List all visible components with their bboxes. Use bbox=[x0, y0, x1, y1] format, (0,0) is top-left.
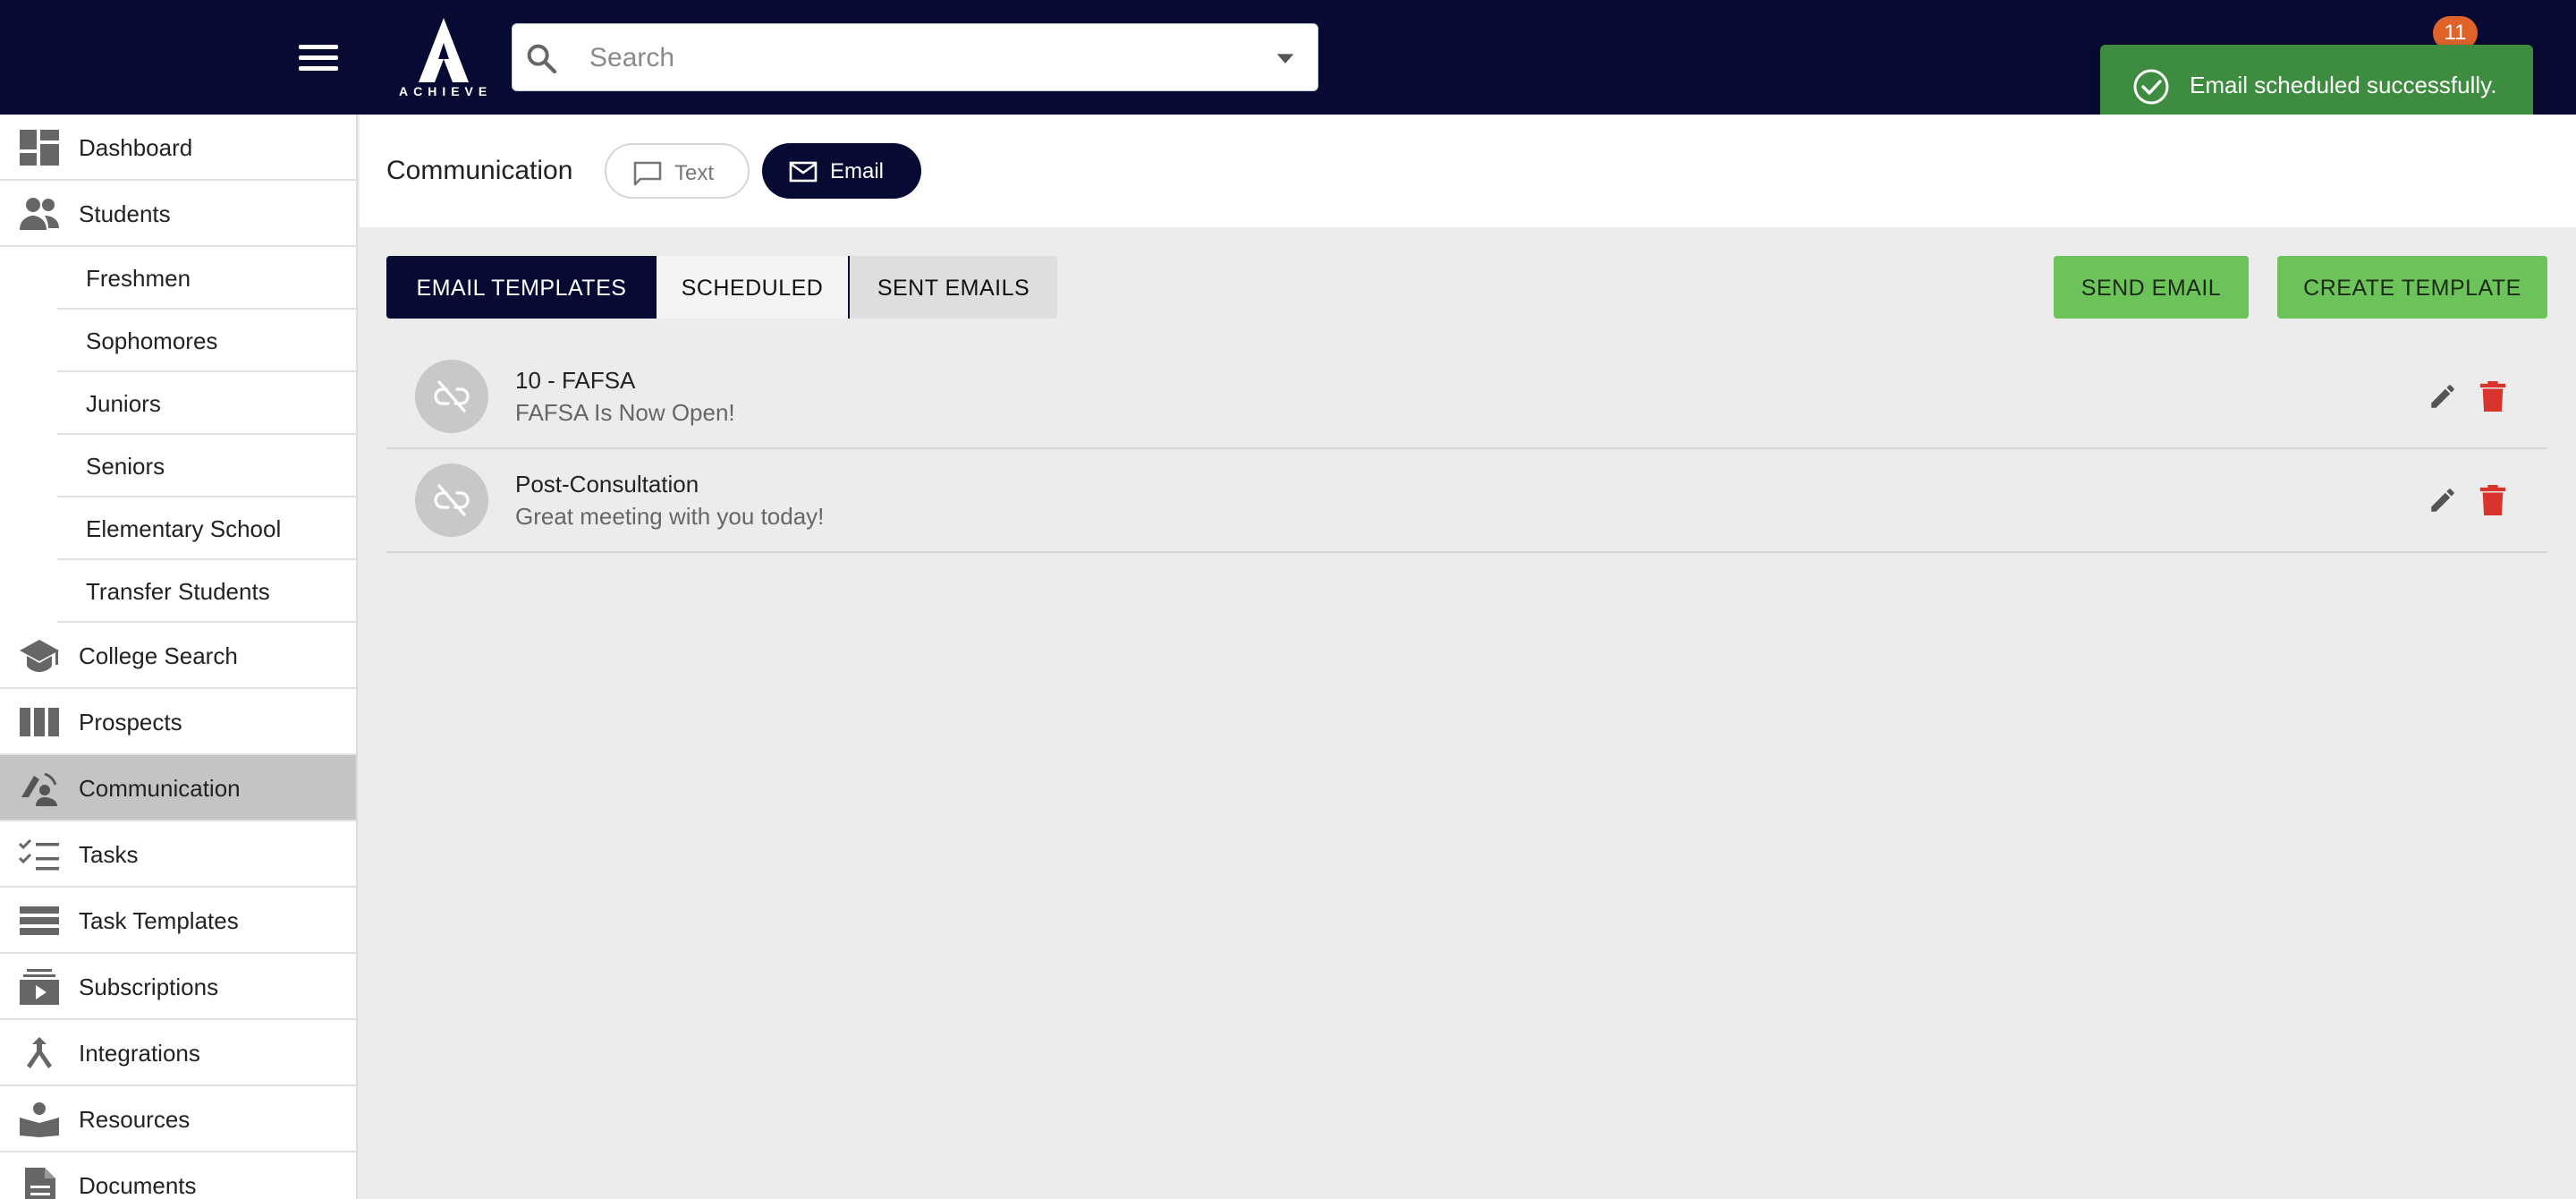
sidebar-item-label: Task Templates bbox=[79, 907, 239, 934]
search-input[interactable] bbox=[589, 37, 1216, 80]
logo-a-icon bbox=[419, 18, 469, 82]
tab-scheduled[interactable]: SCHEDULED bbox=[657, 256, 850, 319]
sidebar-item-label: Dashboard bbox=[79, 134, 193, 161]
sidebar-item-label: Documents bbox=[79, 1172, 197, 1199]
sidebar-subitem-label: Seniors bbox=[86, 453, 165, 480]
chevron-down-icon[interactable] bbox=[1273, 47, 1298, 69]
search-icon bbox=[527, 44, 557, 74]
checklist-icon bbox=[18, 838, 59, 871]
achieve-logo[interactable]: ACHIEVE bbox=[399, 16, 488, 98]
sidebar-item-label: Tasks bbox=[79, 841, 139, 868]
sidebar-subitem-seniors[interactable]: Seniors bbox=[57, 435, 356, 497]
page-header: Communication Text Email bbox=[360, 115, 2576, 227]
sidebar-item-resources[interactable]: Resources bbox=[0, 1086, 356, 1152]
sidebar-item-label: College Search bbox=[79, 642, 238, 669]
sidebar-item-label: Integrations bbox=[79, 1040, 200, 1067]
sidebar-item-label: Communication bbox=[79, 775, 241, 802]
search-box[interactable] bbox=[512, 23, 1318, 91]
template-name: Post-Consultation bbox=[515, 471, 699, 497]
sidebar-subitem-sophomores[interactable]: Sophomores bbox=[57, 310, 356, 372]
communication-icon bbox=[21, 772, 57, 806]
columns-icon bbox=[20, 708, 59, 736]
create-template-button[interactable]: CREATE TEMPLATE bbox=[2277, 256, 2547, 319]
list-icon bbox=[20, 906, 59, 935]
edit-icon[interactable] bbox=[2428, 381, 2458, 412]
dashboard-icon bbox=[20, 130, 59, 166]
template-subject: Great meeting with you today! bbox=[515, 503, 825, 530]
people-icon bbox=[20, 198, 59, 230]
sidebar-item-label: Students bbox=[79, 200, 171, 227]
sidebar-item-prospects[interactable]: Prospects bbox=[0, 689, 356, 755]
sidebar-item-label: Resources bbox=[79, 1106, 191, 1133]
graduation-cap-icon bbox=[20, 640, 59, 672]
sidebar-item-label: Subscriptions bbox=[79, 974, 219, 1000]
sidebar-subitem-label: Transfer Students bbox=[86, 578, 270, 605]
sidebar-item-college-search[interactable]: College Search bbox=[0, 623, 356, 689]
chat-bubble-icon bbox=[633, 161, 662, 186]
edit-icon[interactable] bbox=[2428, 485, 2458, 515]
sidebar: Dashboard Students Freshmen Sophomores J… bbox=[0, 115, 358, 1199]
menu-icon[interactable] bbox=[292, 39, 345, 75]
tab-label: SENT EMAILS bbox=[877, 276, 1030, 301]
subscriptions-icon bbox=[20, 969, 59, 1005]
template-subject: FAFSA Is Now Open! bbox=[515, 399, 735, 426]
sidebar-item-dashboard[interactable]: Dashboard bbox=[0, 115, 356, 181]
list-item[interactable]: Post-Consultation Great meeting with you… bbox=[386, 449, 2547, 553]
link-off-icon bbox=[434, 380, 470, 412]
avatar bbox=[415, 463, 488, 537]
toast-message: Email scheduled successfully. bbox=[2190, 72, 2497, 98]
button-label: CREATE TEMPLATE bbox=[2303, 276, 2521, 301]
tab-label: EMAIL TEMPLATES bbox=[416, 276, 627, 301]
sidebar-item-task-templates[interactable]: Task Templates bbox=[0, 888, 356, 954]
chip-label: Email bbox=[830, 159, 885, 183]
sidebar-item-label: Prospects bbox=[79, 709, 182, 736]
trash-icon[interactable] bbox=[2479, 381, 2506, 412]
sidebar-subitem-label: Elementary School bbox=[86, 515, 282, 542]
button-label: SEND EMAIL bbox=[2080, 276, 2222, 301]
merge-icon bbox=[27, 1037, 52, 1068]
sidebar-subitem-transfer-students[interactable]: Transfer Students bbox=[57, 560, 356, 623]
sidebar-subitem-label: Freshmen bbox=[86, 265, 191, 292]
logo-text: ACHIEVE bbox=[399, 84, 493, 98]
text-channel-chip[interactable]: Text bbox=[605, 143, 750, 199]
list-item[interactable]: 10 - FAFSA FAFSA Is Now Open! bbox=[386, 345, 2547, 449]
sidebar-item-tasks[interactable]: Tasks bbox=[0, 821, 356, 888]
sidebar-subitem-elementary-school[interactable]: Elementary School bbox=[57, 497, 356, 560]
sidebar-item-communication[interactable]: Communication bbox=[0, 755, 356, 821]
send-email-button[interactable]: SEND EMAIL bbox=[2054, 256, 2249, 319]
mail-icon bbox=[789, 161, 818, 183]
trash-icon[interactable] bbox=[2479, 485, 2506, 515]
tab-email-templates[interactable]: EMAIL TEMPLATES bbox=[386, 256, 657, 319]
avatar bbox=[415, 360, 488, 433]
document-icon bbox=[25, 1168, 55, 1199]
sidebar-subitem-juniors[interactable]: Juniors bbox=[57, 372, 356, 435]
sidebar-item-documents[interactable]: Documents bbox=[0, 1152, 356, 1199]
tab-sent-emails[interactable]: SENT EMAILS bbox=[850, 256, 1057, 319]
tab-label: SCHEDULED bbox=[681, 276, 824, 301]
chip-label: Text bbox=[674, 161, 715, 185]
sidebar-item-students[interactable]: Students bbox=[0, 181, 356, 247]
template-list: 10 - FAFSA FAFSA Is Now Open! Post-Consu… bbox=[386, 345, 2547, 553]
email-channel-chip[interactable]: Email bbox=[762, 143, 921, 199]
sidebar-subitem-freshmen[interactable]: Freshmen bbox=[57, 247, 356, 310]
sidebar-item-integrations[interactable]: Integrations bbox=[0, 1020, 356, 1086]
sidebar-item-subscriptions[interactable]: Subscriptions bbox=[0, 954, 356, 1020]
sidebar-subitem-label: Juniors bbox=[86, 390, 161, 417]
link-off-icon bbox=[434, 484, 470, 516]
sidebar-subitem-label: Sophomores bbox=[86, 327, 218, 354]
book-icon bbox=[20, 1102, 59, 1137]
template-name: 10 - FAFSA bbox=[515, 367, 636, 394]
page-title: Communication bbox=[386, 156, 573, 185]
check-circle-icon bbox=[2133, 69, 2169, 105]
